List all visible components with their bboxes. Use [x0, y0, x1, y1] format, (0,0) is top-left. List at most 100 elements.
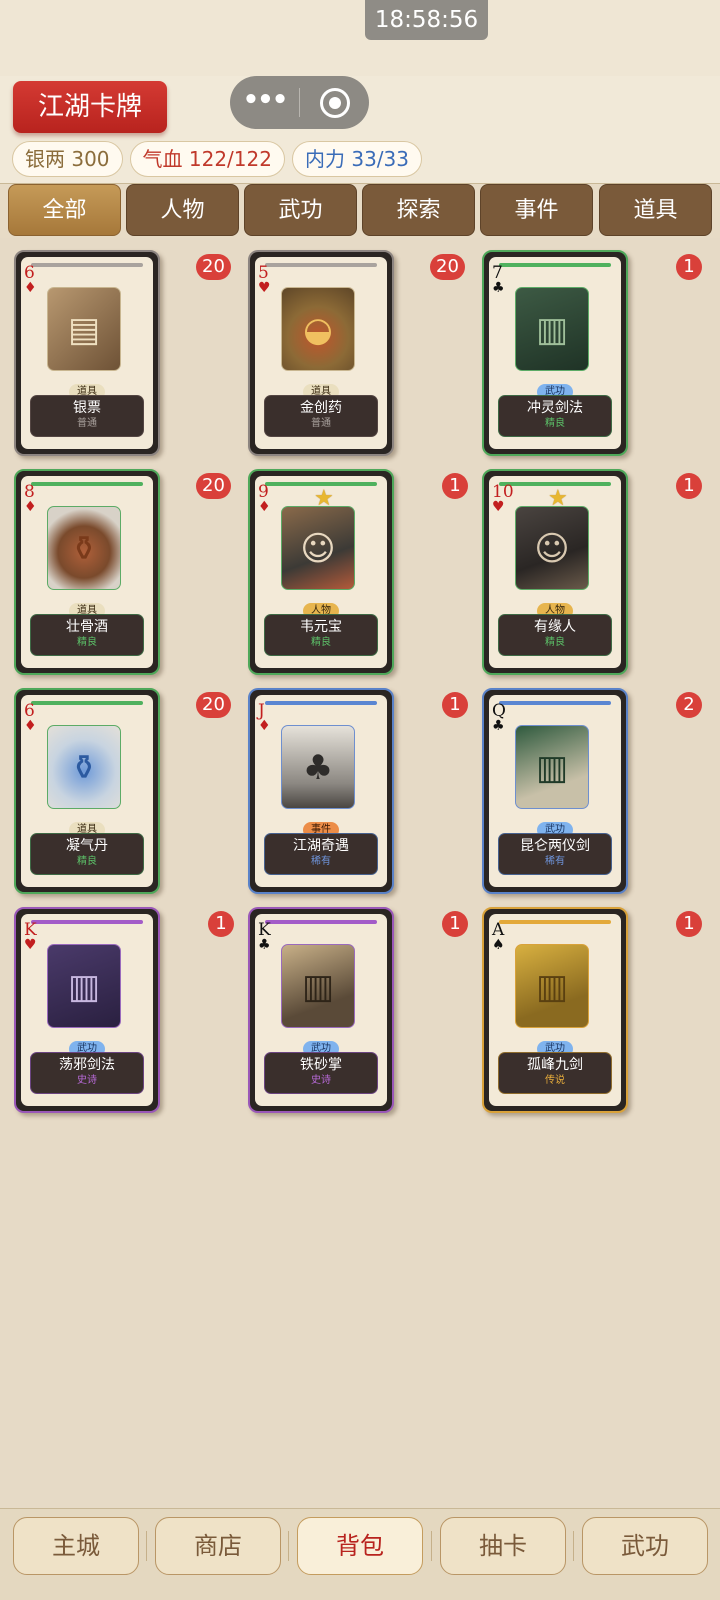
card-count-badge: 20: [196, 254, 231, 280]
card-face: Q ♣ ▥ 武功 昆仑两仪剑 稀有: [489, 695, 621, 887]
club-icon: ♣: [492, 718, 505, 734]
card-face: J ♦ ♣ 事件 江湖奇遇 稀有: [255, 695, 387, 887]
card-nameplate: 昆仑两仪剑 稀有: [498, 833, 612, 875]
card-rank: 10: [492, 482, 514, 502]
rarity-bar: [265, 920, 377, 924]
heart-icon: ♥: [492, 499, 505, 515]
card-person[interactable]: 10 ♥ ★ ☺ 人物 有缘人 精良: [482, 469, 628, 675]
card-count-badge: 1: [676, 473, 702, 499]
card-name: 韦元宝: [300, 619, 342, 635]
category-tabs: 全部 人物 武功 探索 事件 道具: [0, 184, 720, 238]
card-rarity: 传说: [545, 1075, 565, 1086]
nav-separator: [573, 1531, 574, 1561]
card-rarity: 精良: [545, 637, 565, 648]
card-count-badge: 2: [676, 692, 702, 718]
card-martial[interactable]: 7 ♣ ▥ 武功 冲灵剑法 精良: [482, 250, 628, 456]
diamond-icon: ♦: [258, 718, 271, 734]
card-item[interactable]: 5 ♥ ◒ 道具 金创药 普通: [248, 250, 394, 456]
club-icon: ♣: [258, 937, 271, 953]
tab-explore[interactable]: 探索: [362, 184, 475, 236]
nav-separator: [146, 1531, 147, 1561]
manual-book-icon: ▥: [47, 944, 121, 1028]
club-icon: ♣: [492, 280, 505, 296]
target-icon[interactable]: [320, 88, 350, 118]
nav-martial-arts[interactable]: 武功: [582, 1517, 708, 1575]
nav-main-city[interactable]: 主城: [13, 1517, 139, 1575]
card-rank: 8: [24, 482, 35, 502]
tab-all[interactable]: 全部: [8, 184, 121, 236]
card-item[interactable]: 8 ♦ ⚱ 道具 壮骨酒 精良: [14, 469, 160, 675]
bottom-nav: 主城 商店 背包 抽卡 武功: [0, 1508, 720, 1600]
mp-stat: 内力 33/33: [291, 141, 422, 177]
card-rank: 9: [258, 482, 269, 502]
app-title-button[interactable]: 江湖卡牌: [13, 81, 167, 133]
card-rarity: 精良: [311, 637, 331, 648]
card-rank: J: [258, 701, 265, 721]
tab-items[interactable]: 道具: [599, 184, 712, 236]
card-rank: 6: [24, 263, 35, 283]
pill-bottle-icon: ⚱: [47, 725, 121, 809]
status-time: 18:58:56: [365, 0, 488, 40]
nav-backpack[interactable]: 背包: [297, 1517, 423, 1575]
card-name: 荡邪剑法: [59, 1057, 115, 1073]
manual-book-icon: ▥: [515, 944, 589, 1028]
more-dots-icon[interactable]: •••: [230, 76, 299, 129]
card-rank: K: [24, 920, 37, 940]
card-nameplate: 金创药 普通: [264, 395, 378, 437]
card-name: 壮骨酒: [66, 619, 108, 635]
nav-separator: [288, 1531, 289, 1561]
card-rank: K: [258, 920, 271, 940]
card-nameplate: 有缘人 精良: [498, 614, 612, 656]
card-item[interactable]: 6 ♦ ⚱ 道具 凝气丹 精良: [14, 688, 160, 894]
nav-draw-card[interactable]: 抽卡: [440, 1517, 566, 1575]
card-count-badge: 1: [208, 911, 234, 937]
status-bar: 18:58:56: [0, 0, 720, 76]
card-rarity: 稀有: [311, 856, 331, 867]
card-rarity: 精良: [77, 637, 97, 648]
card-count-badge: 1: [676, 254, 702, 280]
card-item[interactable]: 6 ♦ ▤ 道具 银票 普通: [14, 250, 160, 456]
card-name: 金创药: [300, 400, 342, 416]
card-rank: 7: [492, 263, 503, 283]
rarity-bar: [499, 701, 611, 705]
rarity-bar: [265, 263, 377, 267]
card-event[interactable]: J ♦ ♣ 事件 江湖奇遇 稀有: [248, 688, 394, 894]
capsule-divider: [299, 88, 300, 117]
card-person[interactable]: 9 ♦ ★ ☺ 人物 韦元宝 精良: [248, 469, 394, 675]
card-rank: Q: [492, 701, 506, 721]
card-martial[interactable]: A ♠ ▥ 武功 孤峰九剑 传说: [482, 907, 628, 1113]
portrait-icon: ☺: [281, 506, 355, 590]
rarity-bar: [31, 920, 143, 924]
card-face: 5 ♥ ◒ 道具 金创药 普通: [255, 257, 387, 449]
miniprogram-capsule: •••: [230, 76, 369, 129]
rarity-bar: [31, 482, 143, 486]
tab-events[interactable]: 事件: [480, 184, 593, 236]
card-rarity: 精良: [77, 856, 97, 867]
card-martial[interactable]: Q ♣ ▥ 武功 昆仑两仪剑 稀有: [482, 688, 628, 894]
card-count-badge: 20: [196, 692, 231, 718]
card-martial[interactable]: K ♣ ▥ 武功 铁砂掌 史诗: [248, 907, 394, 1113]
nav-shop[interactable]: 商店: [155, 1517, 281, 1575]
rarity-bar: [499, 920, 611, 924]
manual-book-icon: ▥: [515, 725, 589, 809]
card-rarity: 普通: [311, 418, 331, 429]
card-nameplate: 江湖奇遇 稀有: [264, 833, 378, 875]
card-name: 有缘人: [534, 619, 576, 635]
tab-people[interactable]: 人物: [126, 184, 239, 236]
card-nameplate: 冲灵剑法 精良: [498, 395, 612, 437]
card-rarity: 精良: [545, 418, 565, 429]
card-nameplate: 银票 普通: [30, 395, 144, 437]
card-face: 8 ♦ ⚱ 道具 壮骨酒 精良: [21, 476, 153, 668]
card-rank: 5: [258, 263, 269, 283]
medicine-bowl-icon: ◒: [281, 287, 355, 371]
card-name: 冲灵剑法: [527, 400, 583, 416]
diamond-icon: ♦: [24, 499, 37, 515]
card-face: 6 ♦ ▤ 道具 银票 普通: [21, 257, 153, 449]
tab-martial[interactable]: 武功: [244, 184, 357, 236]
card-rarity: 稀有: [545, 856, 565, 867]
card-count-badge: 1: [442, 473, 468, 499]
player-stats: 银两 300 气血 122/122 内力 33/33: [12, 141, 422, 177]
card-nameplate: 凝气丹 精良: [30, 833, 144, 875]
card-martial[interactable]: K ♥ ▥ 武功 荡邪剑法 史诗: [14, 907, 160, 1113]
spade-icon: ♠: [492, 937, 505, 953]
